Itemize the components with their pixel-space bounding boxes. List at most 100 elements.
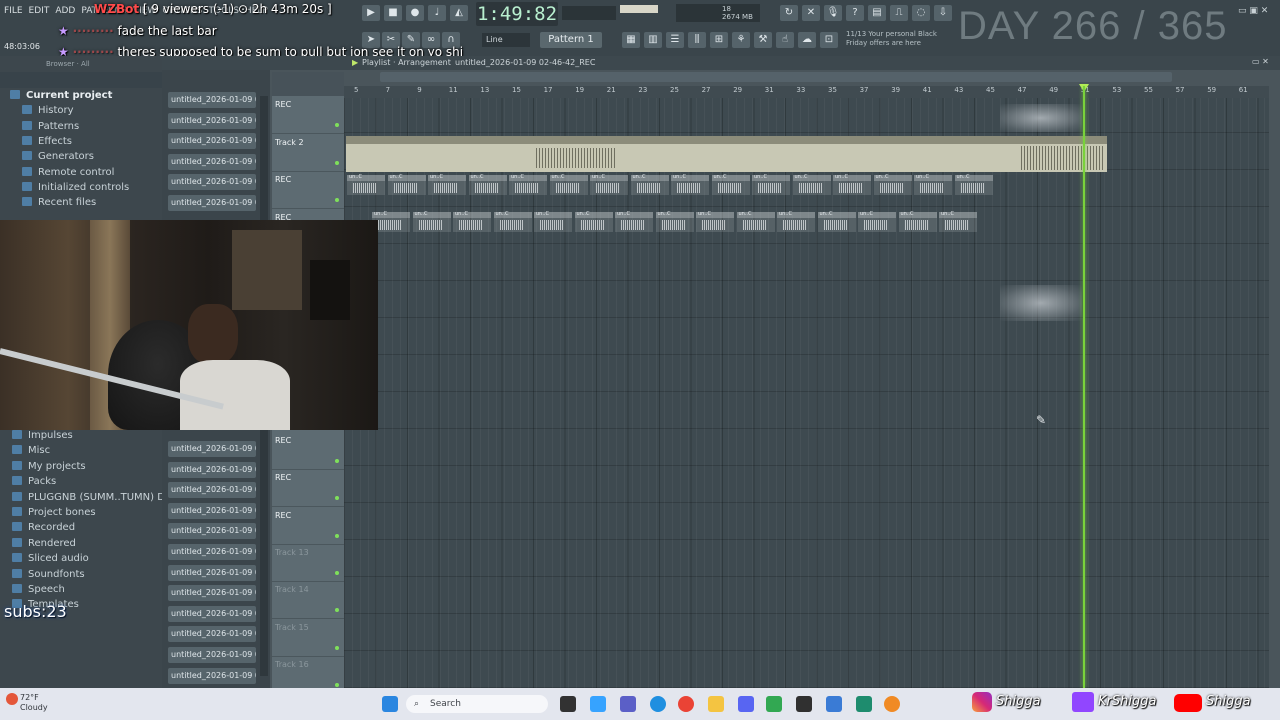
audio-slice[interactable]: un..C: [468, 174, 507, 195]
stop-icon[interactable]: ■: [384, 5, 402, 21]
snap-select[interactable]: Line: [482, 33, 530, 47]
track-led-icon[interactable]: [335, 645, 339, 650]
browser-item[interactable]: Generators: [22, 151, 94, 162]
audio-slice[interactable]: un..C: [858, 211, 896, 232]
browser-item[interactable]: Packs: [12, 476, 56, 487]
file-explorer-icon[interactable]: [708, 696, 724, 712]
channel-row[interactable]: untitled_2026-01-09 02-...: [168, 112, 256, 129]
app-icon[interactable]: [826, 696, 842, 712]
metronome-icon[interactable]: ◭: [450, 5, 468, 21]
audio-slice[interactable]: un..C: [630, 174, 669, 195]
browser-item[interactable]: Misc: [12, 445, 50, 456]
audio-slice[interactable]: un..C: [898, 211, 937, 232]
audio-slice[interactable]: un..C: [736, 211, 775, 232]
audio-slice[interactable]: un..C: [534, 211, 572, 232]
browser-item[interactable]: Project bones: [12, 507, 96, 518]
playlist-window-controls[interactable]: ▭ ✕: [1252, 57, 1269, 66]
audio-slice[interactable]: un..C: [347, 174, 385, 195]
track-led-icon[interactable]: [335, 459, 339, 463]
audio-slice[interactable]: un..C: [387, 174, 426, 195]
channel-row[interactable]: untitled_2026-01-09 02-...: [168, 667, 256, 684]
browser-item[interactable]: Remote control: [22, 166, 114, 178]
browser-item[interactable]: Patterns: [22, 120, 79, 132]
track-led-icon[interactable]: [335, 160, 339, 165]
track-header[interactable]: Track 13: [272, 544, 344, 582]
audio-slice[interactable]: un..C: [939, 211, 977, 232]
track-led-icon[interactable]: [335, 496, 339, 501]
track-header[interactable]: REC: [272, 507, 344, 545]
task-view-icon[interactable]: [560, 696, 576, 712]
touch-icon[interactable]: ☝: [776, 32, 794, 48]
promo-banner[interactable]: 11/13 Your personal Black Friday offers …: [846, 30, 937, 48]
timeline-ruler[interactable]: 5 7 9 11 13 15 17 19 21 23 25 27 29 31 33 35 37 39 41 43 45 4…: [344, 86, 1269, 98]
menu-add[interactable]: ADD: [55, 6, 75, 16]
browser-item[interactable]: My projects: [12, 460, 86, 472]
track-led-icon[interactable]: [335, 533, 339, 538]
copilot-icon[interactable]: [590, 696, 606, 712]
cloud-icon[interactable]: ☁: [798, 32, 816, 48]
channel-row[interactable]: untitled_2026-01-09 02-...: [168, 605, 256, 622]
audio-slice[interactable]: un..C: [428, 174, 466, 195]
browser-icon[interactable]: ⊞: [710, 32, 728, 48]
audio-slice[interactable]: un..C: [549, 174, 588, 195]
channel-row[interactable]: untitled_2026-01-09 02-...: [168, 585, 256, 602]
track-header[interactable]: REC: [272, 432, 344, 470]
channel-row[interactable]: untitled_2026-01-09 02-...: [168, 523, 256, 540]
track-header[interactable]: REC: [272, 96, 344, 134]
piano-roll-icon[interactable]: ▥: [644, 32, 662, 48]
window-controls[interactable]: ▭ ▣ ✕: [1238, 6, 1268, 16]
playlist-icon[interactable]: ▦: [622, 32, 640, 48]
channel-row[interactable]: untitled_2026-01-09 02-...: [168, 92, 256, 108]
track-led-icon[interactable]: [335, 682, 339, 687]
browser-item[interactable]: Rendered: [12, 537, 76, 549]
track-led-icon[interactable]: [335, 123, 339, 127]
script-icon[interactable]: ⚒: [754, 32, 772, 48]
playlist-scrollbar[interactable]: [380, 72, 1172, 82]
channel-row[interactable]: untitled_2026-01-09 02-...: [168, 441, 256, 457]
track-header[interactable]: Track 15: [272, 619, 344, 657]
play-icon[interactable]: ▶: [362, 5, 380, 21]
main-audio-clip[interactable]: [FREE] Plaqueboymax Type Beat - Old Me: [346, 136, 1107, 172]
audio-slice[interactable]: un..C: [509, 174, 547, 195]
audio-clip-fade[interactable]: [1000, 104, 1082, 132]
audio-slice[interactable]: un..C: [711, 174, 750, 195]
taskbar-search[interactable]: ⌕ Search: [406, 695, 548, 713]
edge-icon[interactable]: [650, 696, 666, 712]
windows-start-icon[interactable]: [382, 696, 398, 712]
chrome-icon[interactable]: [678, 696, 694, 712]
channel-row[interactable]: untitled_2026-01-09 02-...: [168, 133, 256, 150]
menu-edit[interactable]: EDIT: [29, 6, 50, 16]
track-header[interactable]: REC: [272, 469, 344, 508]
channel-row[interactable]: untitled_2026-01-09 02-...: [168, 482, 256, 499]
audio-slice[interactable]: un..C: [590, 174, 628, 195]
channel-row[interactable]: untitled_2026-01-09 02-...: [168, 461, 256, 478]
channel-rack-icon[interactable]: ☰: [666, 32, 684, 48]
audio-slice[interactable]: un..C: [752, 174, 790, 195]
app-icon[interactable]: [856, 696, 872, 712]
weather-widget[interactable]: 72°F Cloudy: [20, 693, 48, 713]
help-icon[interactable]: ?: [846, 5, 864, 21]
track-header[interactable]: REC: [272, 171, 344, 209]
audio-slice[interactable]: un..C: [412, 211, 451, 232]
browser-item[interactable]: Soundfonts: [12, 568, 85, 580]
audio-slice[interactable]: un..C: [954, 174, 993, 195]
browser-item[interactable]: Speech: [12, 584, 65, 595]
channel-row[interactable]: untitled_2026-01-09 02-...: [168, 174, 256, 191]
tools-icon[interactable]: ✕: [802, 5, 820, 21]
audio-slice[interactable]: un..C: [873, 174, 912, 195]
channel-row[interactable]: untitled_2026-01-09 02-...: [168, 153, 256, 170]
audio-slice[interactable]: un..C: [792, 174, 831, 195]
obs-icon[interactable]: [796, 696, 812, 712]
record-icon[interactable]: ●: [406, 5, 424, 21]
browser-item[interactable]: Sliced audio: [12, 553, 89, 564]
browser-item[interactable]: Effects: [22, 135, 72, 147]
fl-studio-icon[interactable]: [884, 696, 900, 712]
browser-item[interactable]: Recorded: [12, 522, 75, 533]
browser-item[interactable]: Initialized controls: [22, 181, 129, 193]
channel-row[interactable]: untitled_2026-01-09 02-...: [168, 626, 256, 643]
pattern-selector[interactable]: Pattern 1: [540, 32, 602, 48]
channel-row[interactable]: untitled_2026-01-09 02-...: [168, 195, 256, 211]
browser-item[interactable]: Recent files: [22, 197, 96, 208]
download-icon[interactable]: ⇩: [934, 5, 952, 21]
discord-icon[interactable]: [738, 696, 754, 712]
